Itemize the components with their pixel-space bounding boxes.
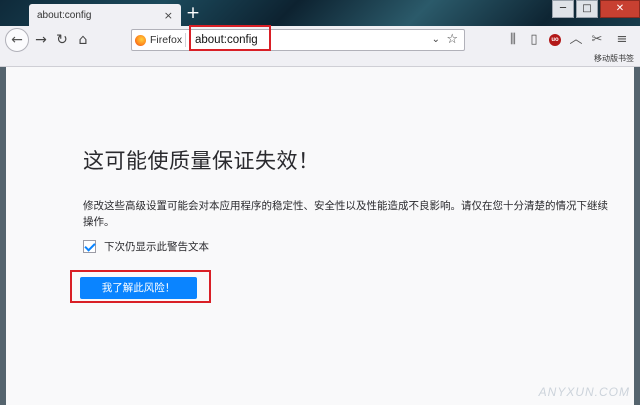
url-bar[interactable]: Firefox about:config ⌄ ☆: [131, 29, 465, 51]
identity-box[interactable]: Firefox: [135, 30, 182, 50]
ublock-icon[interactable]: uo: [549, 34, 561, 46]
maximize-icon[interactable]: □: [576, 0, 598, 18]
sync-icon[interactable]: ︿: [566, 30, 586, 50]
new-tab-icon[interactable]: +: [184, 3, 202, 23]
window-controls: ─ □ ✕: [550, 0, 640, 18]
tab-about-config[interactable]: about:config ×: [29, 4, 181, 26]
bookmark-star-icon[interactable]: ☆: [446, 30, 458, 50]
close-tab-icon[interactable]: ×: [164, 9, 173, 22]
checkbox-label: 下次仍显示此警告文本: [104, 241, 209, 253]
mobile-bookmarks-folder[interactable]: 移动版书签: [594, 53, 634, 64]
warning-title: 这可能使质量保证失效！: [83, 149, 320, 173]
identity-label: Firefox: [150, 34, 183, 46]
forward-icon[interactable]: →: [30, 30, 52, 50]
firefox-logo-icon: [135, 34, 146, 46]
bookmarks-toolbar: 移动版书签: [0, 54, 640, 67]
url-highlight-box: [189, 25, 271, 51]
minimize-icon[interactable]: ─: [552, 0, 574, 18]
library-icon[interactable]: ⫼: [503, 30, 523, 50]
close-window-icon[interactable]: ✕: [600, 0, 640, 18]
back-icon[interactable]: ←: [5, 28, 29, 52]
menu-icon[interactable]: ≡: [612, 30, 632, 50]
title-bar: about:config × + ─ □ ✕: [0, 0, 640, 26]
watermark: ANYXUN.COM: [538, 385, 630, 399]
reload-icon[interactable]: ↻: [51, 30, 73, 50]
warning-description: 修改这些高级设置可能会对本应用程序的稳定性、安全性以及性能造成不良影响。请仅在您…: [83, 200, 608, 228]
navigation-toolbar: ← → ↻ ⌂ Firefox about:config ⌄ ☆ ⫼ ▯ uo …: [0, 26, 640, 55]
right-border: [634, 67, 640, 405]
home-icon[interactable]: ⌂: [72, 30, 94, 50]
warning-checkbox-row: 下次仍显示此警告文本: [83, 239, 209, 254]
warning-page: 这可能使质量保证失效！ 修改这些高级设置可能会对本应用程序的稳定性、安全性以及性…: [6, 67, 634, 405]
show-warning-checkbox[interactable]: [83, 240, 96, 253]
url-separator: [185, 33, 186, 47]
tab-title: about:config: [37, 9, 92, 21]
screenshot-icon[interactable]: ✂: [587, 30, 607, 50]
chevron-down-icon[interactable]: ⌄: [432, 30, 440, 50]
button-highlight-box: [70, 270, 211, 303]
sidebar-icon[interactable]: ▯: [524, 30, 544, 50]
